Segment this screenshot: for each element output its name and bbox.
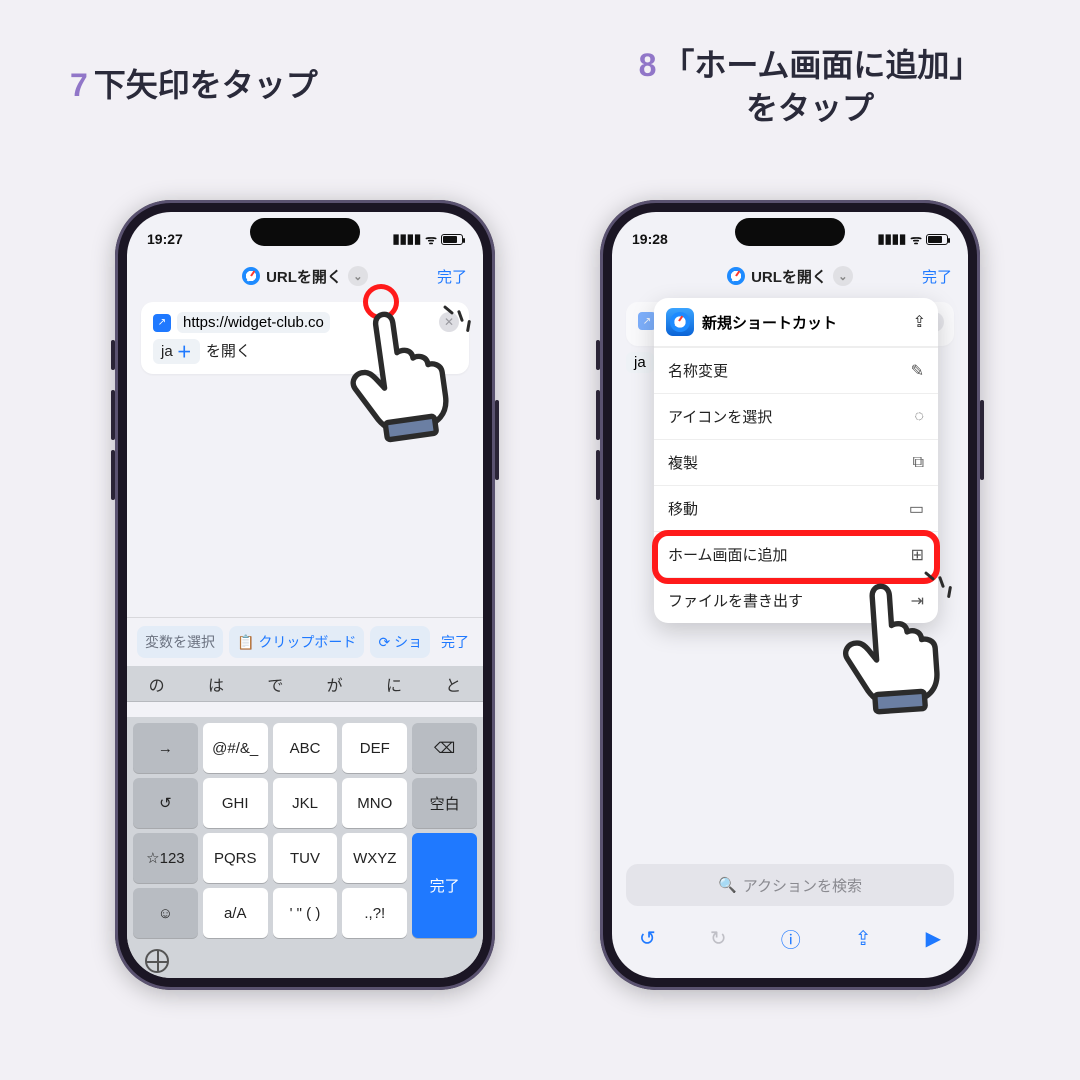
key-def[interactable]: DEF [342, 723, 407, 773]
keyboard: → @#/&_ ABC DEF ⌫ ↺ GHI JKL MNO 空白 ☆123 … [127, 717, 483, 944]
ja-chip: ja [634, 354, 646, 371]
copy-icon: ⧉ [913, 454, 924, 472]
safari-icon [242, 267, 260, 285]
key-punct[interactable]: .,?! [342, 888, 407, 938]
suggestion-done[interactable]: 完了 [437, 626, 473, 658]
phone-mockup-step7: 19:27 ▮▮▮▮ ᯤ URLを開く ⌄ 完了 ✕ ↗ https://wid… [115, 200, 495, 990]
search-icon: 🔍 [718, 876, 737, 894]
search-placeholder: アクションを検索 [743, 875, 862, 896]
menu-item-label: 複製 [668, 452, 698, 473]
key-tuv[interactable]: TUV [273, 833, 338, 883]
suggestion-bar: 変数を選択 📋 クリップボード ⟳ ショ 完了 [127, 617, 483, 666]
key-quotes[interactable]: ' " ( ) [273, 888, 338, 938]
key-space[interactable]: 空白 [412, 778, 477, 828]
key-done[interactable]: 完了 [412, 833, 477, 938]
chevron-down-icon[interactable]: ⌄ [833, 266, 853, 286]
nav-title: URLを開く [751, 266, 827, 287]
share-icon[interactable]: ⇪ [913, 312, 926, 332]
pencil-icon: ✎ [911, 361, 924, 381]
predict-6[interactable]: と [445, 672, 461, 696]
info-icon[interactable]: ⓘ [781, 924, 801, 953]
phone-screen: 19:28 ▮▮▮▮ ᯤ URLを開く ⌄ 完了 ✕ ↗ ja [612, 212, 968, 978]
menu-header: 新規ショートカット ⇪ [654, 298, 938, 347]
done-button[interactable]: 完了 [437, 266, 467, 287]
ja-chip[interactable]: ja [161, 343, 173, 360]
redo-icon: ↻ [710, 926, 727, 951]
play-icon[interactable]: ▶ [926, 926, 941, 951]
predictive-bar: の は で が に と [127, 666, 483, 702]
chevron-down-icon[interactable]: ⌄ [348, 266, 368, 286]
keyboard-footer [127, 944, 483, 978]
menu-item-duplicate[interactable]: 複製 ⧉ [654, 439, 938, 485]
key-jkl[interactable]: JKL [273, 778, 338, 828]
sug-clipboard-chip[interactable]: 📋 クリップボード [229, 626, 364, 658]
predict-2[interactable]: は [208, 672, 224, 696]
battery-icon [926, 234, 948, 245]
globe-icon[interactable] [145, 949, 169, 973]
sug-shortcut-chip[interactable]: ⟳ ショ [370, 626, 430, 658]
dynamic-island [735, 218, 845, 246]
sug-variable-chip[interactable]: 変数を選択 [137, 626, 223, 658]
ja-chip-row: ja [626, 352, 654, 373]
add-variable-icon[interactable]: ＋ [177, 341, 192, 362]
key-num[interactable]: ☆123 [133, 833, 198, 883]
open-url-icon: ↗ [153, 314, 171, 332]
step-7-text: 下矢印をタップ [94, 67, 318, 103]
nav-bar: URLを開く ⌄ 完了 [127, 256, 483, 296]
bottom-toolbar: ↺ ↻ ⓘ ⇪ ▶ [612, 918, 968, 958]
menu-item-label: アイコンを選択 [668, 406, 772, 427]
signal-icon: ▮▮▮▮ [878, 231, 907, 247]
menu-item-label: 移動 [668, 498, 698, 519]
key-undo[interactable]: ↺ [133, 778, 198, 828]
menu-item-choose-icon[interactable]: アイコンを選択 ◌ [654, 393, 938, 439]
key-wxyz[interactable]: WXYZ [342, 833, 407, 883]
pointing-hand-icon [833, 573, 952, 720]
menu-item-move[interactable]: 移動 ▭ [654, 485, 938, 531]
done-button[interactable]: 完了 [922, 266, 952, 287]
key-emoji[interactable]: ☺ [133, 888, 198, 938]
menu-item-label: 名称変更 [668, 360, 728, 381]
wifi-icon: ᯤ [910, 230, 922, 248]
undo-icon[interactable]: ↺ [639, 926, 656, 951]
step-7-title: 7下矢印をタップ [70, 60, 318, 106]
predict-1[interactable]: の [149, 672, 165, 696]
key-abc[interactable]: ABC [273, 723, 338, 773]
key-backspace[interactable]: ⌫ [412, 723, 477, 773]
menu-title: 新規ショートカット [702, 312, 837, 333]
key-sym[interactable]: @#/&_ [203, 723, 268, 773]
step-8-text: 「ホーム画面に追加」 をタップ [662, 47, 981, 126]
step-7-number: 7 [70, 67, 88, 103]
nav-title: URLを開く [266, 266, 342, 287]
step-8-title: 8「ホーム画面に追加」 をタップ [570, 44, 1050, 130]
wifi-icon: ᯤ [425, 230, 437, 248]
nav-bar: URLを開く ⌄ 完了 [612, 256, 968, 296]
predict-5[interactable]: に [386, 672, 402, 696]
key-next[interactable]: → [133, 723, 198, 773]
key-case[interactable]: a/A [203, 888, 268, 938]
pointing-hand-icon [336, 297, 464, 451]
battery-icon [441, 234, 463, 245]
safari-icon [727, 267, 745, 285]
phone-screen: 19:27 ▮▮▮▮ ᯤ URLを開く ⌄ 完了 ✕ ↗ https://wid… [127, 212, 483, 978]
folder-icon: ▭ [909, 499, 924, 519]
status-time: 19:28 [632, 231, 668, 247]
phone-mockup-step8: 19:28 ▮▮▮▮ ᯤ URLを開く ⌄ 完了 ✕ ↗ ja [600, 200, 980, 990]
dynamic-island [250, 218, 360, 246]
signal-icon: ▮▮▮▮ [393, 231, 422, 247]
key-ghi[interactable]: GHI [203, 778, 268, 828]
share-icon[interactable]: ⇪ [855, 926, 872, 951]
key-pqrs[interactable]: PQRS [203, 833, 268, 883]
status-time: 19:27 [147, 231, 183, 247]
predict-4[interactable]: が [327, 672, 343, 696]
search-actions-field[interactable]: 🔍 アクションを検索 [626, 864, 954, 906]
menu-item-rename[interactable]: 名称変更 ✎ [654, 347, 938, 393]
predict-3[interactable]: で [267, 672, 283, 696]
shortcut-app-icon [666, 308, 694, 336]
open-suffix-label: を開く [206, 343, 251, 360]
url-value[interactable]: https://widget-club.co [183, 314, 324, 331]
dashed-square-icon: ◌ [914, 408, 924, 426]
step-8-number: 8 [639, 47, 657, 83]
key-mno[interactable]: MNO [342, 778, 407, 828]
menu-item-label: ファイルを書き出す [668, 590, 803, 611]
